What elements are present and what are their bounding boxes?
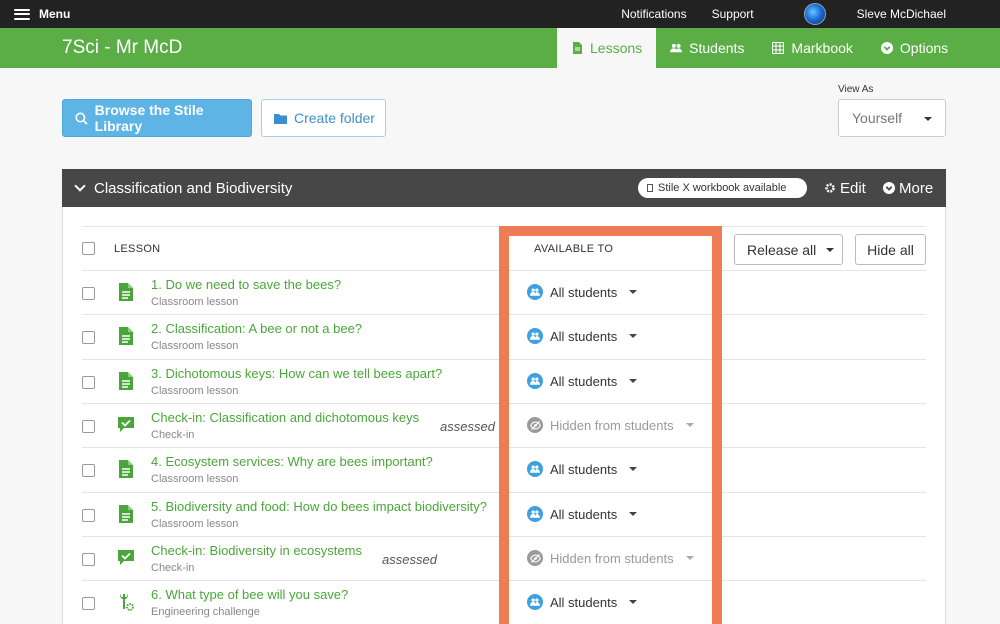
column-header-lesson: LESSON — [114, 243, 161, 255]
lesson-type: Classroom lesson — [151, 340, 239, 352]
lesson-title-link[interactable]: Check-in: Biodiversity in ecosystems — [151, 543, 362, 558]
select-all-checkbox[interactable] — [82, 242, 95, 255]
caret-down-icon — [924, 117, 932, 121]
lesson-type: Check-in — [151, 562, 195, 574]
chevron-down-icon — [74, 180, 86, 192]
search-icon — [75, 112, 88, 125]
document-icon — [118, 505, 134, 523]
workbook-icon — [647, 184, 653, 192]
chevron-circle-icon — [883, 182, 895, 194]
lesson-type: Classroom lesson — [151, 518, 239, 530]
document-icon — [118, 283, 134, 301]
gear-icon — [825, 183, 835, 193]
document-icon — [118, 327, 134, 345]
top-links: Notifications Support Sleve McDichael — [596, 0, 946, 28]
menu-button[interactable]: Menu — [14, 0, 70, 28]
lesson-checkbox[interactable] — [82, 509, 95, 522]
unit-toggle[interactable]: Classification and Biodiversity — [74, 169, 293, 207]
view-as-value: Yourself — [852, 110, 903, 126]
folder-icon — [274, 113, 287, 124]
course-title: 7Sci - Mr McD — [62, 37, 183, 58]
tab-options[interactable]: Options — [867, 28, 962, 68]
user-menu[interactable]: Sleve McDichael — [779, 3, 946, 25]
release-all-button[interactable]: Release all — [734, 234, 843, 265]
document-icon — [118, 460, 134, 478]
notifications-link[interactable]: Notifications — [621, 7, 686, 21]
lesson-title-link[interactable]: 1. Do we need to save the bees? — [151, 277, 341, 292]
tab-lessons[interactable]: Lessons — [557, 28, 657, 68]
lesson-title-link[interactable]: 2. Classification: A bee or not a bee? — [151, 321, 362, 336]
document-icon — [573, 42, 582, 54]
lesson-title-link[interactable]: Check-in: Classification and dichotomous… — [151, 410, 419, 425]
lesson-checkbox[interactable] — [82, 420, 95, 433]
more-label: More — [899, 179, 934, 197]
unit-header: Classification and Biodiversity Stile X … — [62, 169, 946, 207]
lesson-type: Check-in — [151, 429, 195, 441]
support-link[interactable]: Support — [712, 7, 754, 21]
course-bar: 7Sci - Mr McD Lessons Students Markbook … — [0, 28, 1000, 68]
workbook-badge[interactable]: Stile X workbook available — [638, 178, 807, 198]
lesson-checkbox[interactable] — [82, 331, 95, 344]
caret-down-icon — [826, 247, 835, 252]
avatar — [803, 3, 826, 25]
hide-all-label: Hide all — [867, 241, 914, 258]
tab-label: Options — [899, 40, 949, 56]
document-icon — [118, 372, 134, 390]
view-as-label: View As — [838, 84, 874, 95]
assessed-label: assessed — [382, 552, 437, 567]
top-bar: Menu Notifications Support Sleve McDicha… — [0, 0, 1000, 28]
user-name: Sleve McDichael — [856, 7, 946, 21]
assessed-label: assessed — [440, 419, 495, 434]
check-comment-icon — [118, 416, 134, 434]
highlight-box — [499, 226, 722, 624]
lesson-title-link[interactable]: 3. Dichotomous keys: How can we tell bee… — [151, 366, 442, 381]
tab-label: Lessons — [590, 40, 643, 56]
lesson-type: Classroom lesson — [151, 296, 239, 308]
tab-students[interactable]: Students — [656, 28, 758, 68]
wrench-gear-icon — [118, 593, 134, 611]
hide-all-button[interactable]: Hide all — [855, 234, 926, 265]
hamburger-icon — [14, 8, 30, 20]
lesson-type: Classroom lesson — [151, 385, 239, 397]
create-folder-label: Create folder — [294, 110, 375, 126]
more-button[interactable]: More — [883, 169, 933, 207]
chevron-circle-icon — [880, 42, 893, 54]
browse-library-button[interactable]: Browse the Stile Library — [62, 99, 252, 137]
check-comment-icon — [118, 549, 134, 567]
workbook-badge-label: Stile X workbook available — [658, 182, 787, 194]
edit-button[interactable]: Edit — [824, 169, 866, 207]
lesson-title-link[interactable]: 5. Biodiversity and food: How do bees im… — [151, 499, 487, 514]
tab-label: Students — [689, 40, 745, 56]
tab-label: Markbook — [791, 40, 853, 56]
tab-markbook[interactable]: Markbook — [758, 28, 866, 68]
edit-label: Edit — [840, 179, 866, 197]
lesson-type: Engineering challenge — [151, 606, 260, 618]
unit-title: Classification and Biodiversity — [94, 179, 293, 197]
lesson-title-link[interactable]: 4. Ecosystem services: Why are bees impo… — [151, 454, 433, 469]
users-icon — [670, 43, 683, 53]
lesson-checkbox[interactable] — [82, 376, 95, 389]
create-folder-button[interactable]: Create folder — [261, 99, 386, 137]
release-all-label: Release all — [747, 241, 817, 258]
lesson-checkbox[interactable] — [82, 597, 95, 610]
view-as-select[interactable]: Yourself — [838, 99, 946, 137]
lesson-checkbox[interactable] — [82, 553, 95, 566]
lesson-title-link[interactable]: 6. What type of bee will you save? — [151, 587, 348, 602]
browse-library-label: Browse the Stile Library — [94, 102, 204, 134]
menu-label: Menu — [39, 7, 71, 21]
lesson-checkbox[interactable] — [82, 464, 95, 477]
grid-icon — [772, 42, 785, 54]
lesson-type: Classroom lesson — [151, 473, 239, 485]
course-tabs: Lessons Students Markbook Options — [557, 28, 962, 68]
lesson-checkbox[interactable] — [82, 287, 95, 300]
